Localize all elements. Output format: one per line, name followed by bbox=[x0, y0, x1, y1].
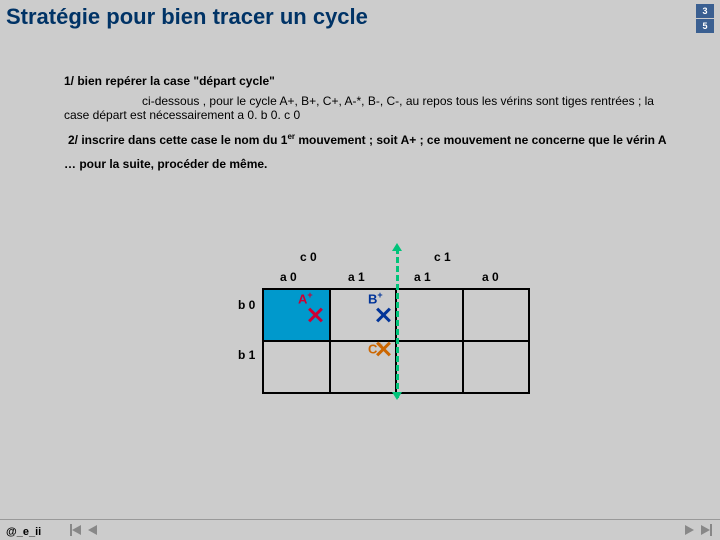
step-1-heading: 1/ bien repérer la case "départ cycle" bbox=[64, 74, 680, 88]
next-slide-button[interactable] bbox=[682, 523, 696, 537]
first-slide-button[interactable] bbox=[70, 523, 84, 537]
col-a0-right: a 0 bbox=[482, 270, 499, 284]
footer: @_e_ii bbox=[0, 519, 720, 540]
slide-counter-total: 5 bbox=[696, 19, 714, 33]
cell-0-3 bbox=[463, 289, 530, 341]
col-a0-left: a 0 bbox=[280, 270, 297, 284]
row-b0: b 0 bbox=[238, 298, 255, 312]
cycle-table: c 0 c 1 a 0 a 1 a 1 a 0 A+ B+ C+ bbox=[230, 250, 530, 388]
step-continue: … pour la suite, procéder de même. bbox=[64, 157, 680, 171]
row-b1: b 1 bbox=[238, 348, 255, 362]
last-slide-button[interactable] bbox=[698, 523, 712, 537]
arrow-up-icon bbox=[392, 243, 402, 251]
nav-left-group bbox=[70, 523, 100, 537]
slide-counter-current: 3 bbox=[696, 4, 714, 18]
cell-1-3 bbox=[463, 341, 530, 393]
nav-right-group bbox=[682, 523, 712, 537]
cell-0-2 bbox=[396, 289, 463, 341]
slide-counter: 3 5 bbox=[696, 4, 714, 33]
move-A: A+ bbox=[298, 290, 313, 306]
prev-slide-button[interactable] bbox=[86, 523, 100, 537]
col-group-c1: c 1 bbox=[434, 250, 451, 264]
step-2: 2/ inscrire dans cette case le nom du 1e… bbox=[68, 132, 680, 147]
cell-1-2 bbox=[396, 341, 463, 393]
cell-1-0 bbox=[263, 341, 330, 393]
col-a1-right: a 1 bbox=[414, 270, 431, 284]
cross-icon-A bbox=[308, 308, 322, 322]
col-a1-left: a 1 bbox=[348, 270, 365, 284]
author-handle: @_e_ii bbox=[6, 526, 41, 538]
arrow-down-icon bbox=[392, 392, 402, 400]
divider-line bbox=[396, 248, 399, 398]
move-B: B+ bbox=[368, 290, 383, 306]
body-text: 1/ bien repérer la case "départ cycle" 1… bbox=[60, 74, 680, 171]
cross-icon-B bbox=[376, 308, 390, 322]
col-group-c0: c 0 bbox=[300, 250, 317, 264]
step-1-detail: 1/ bien repérerci-dessous , pour le cycl… bbox=[64, 94, 680, 122]
cross-icon-C bbox=[376, 342, 390, 356]
page-title: Stratégie pour bien tracer un cycle bbox=[6, 4, 368, 30]
